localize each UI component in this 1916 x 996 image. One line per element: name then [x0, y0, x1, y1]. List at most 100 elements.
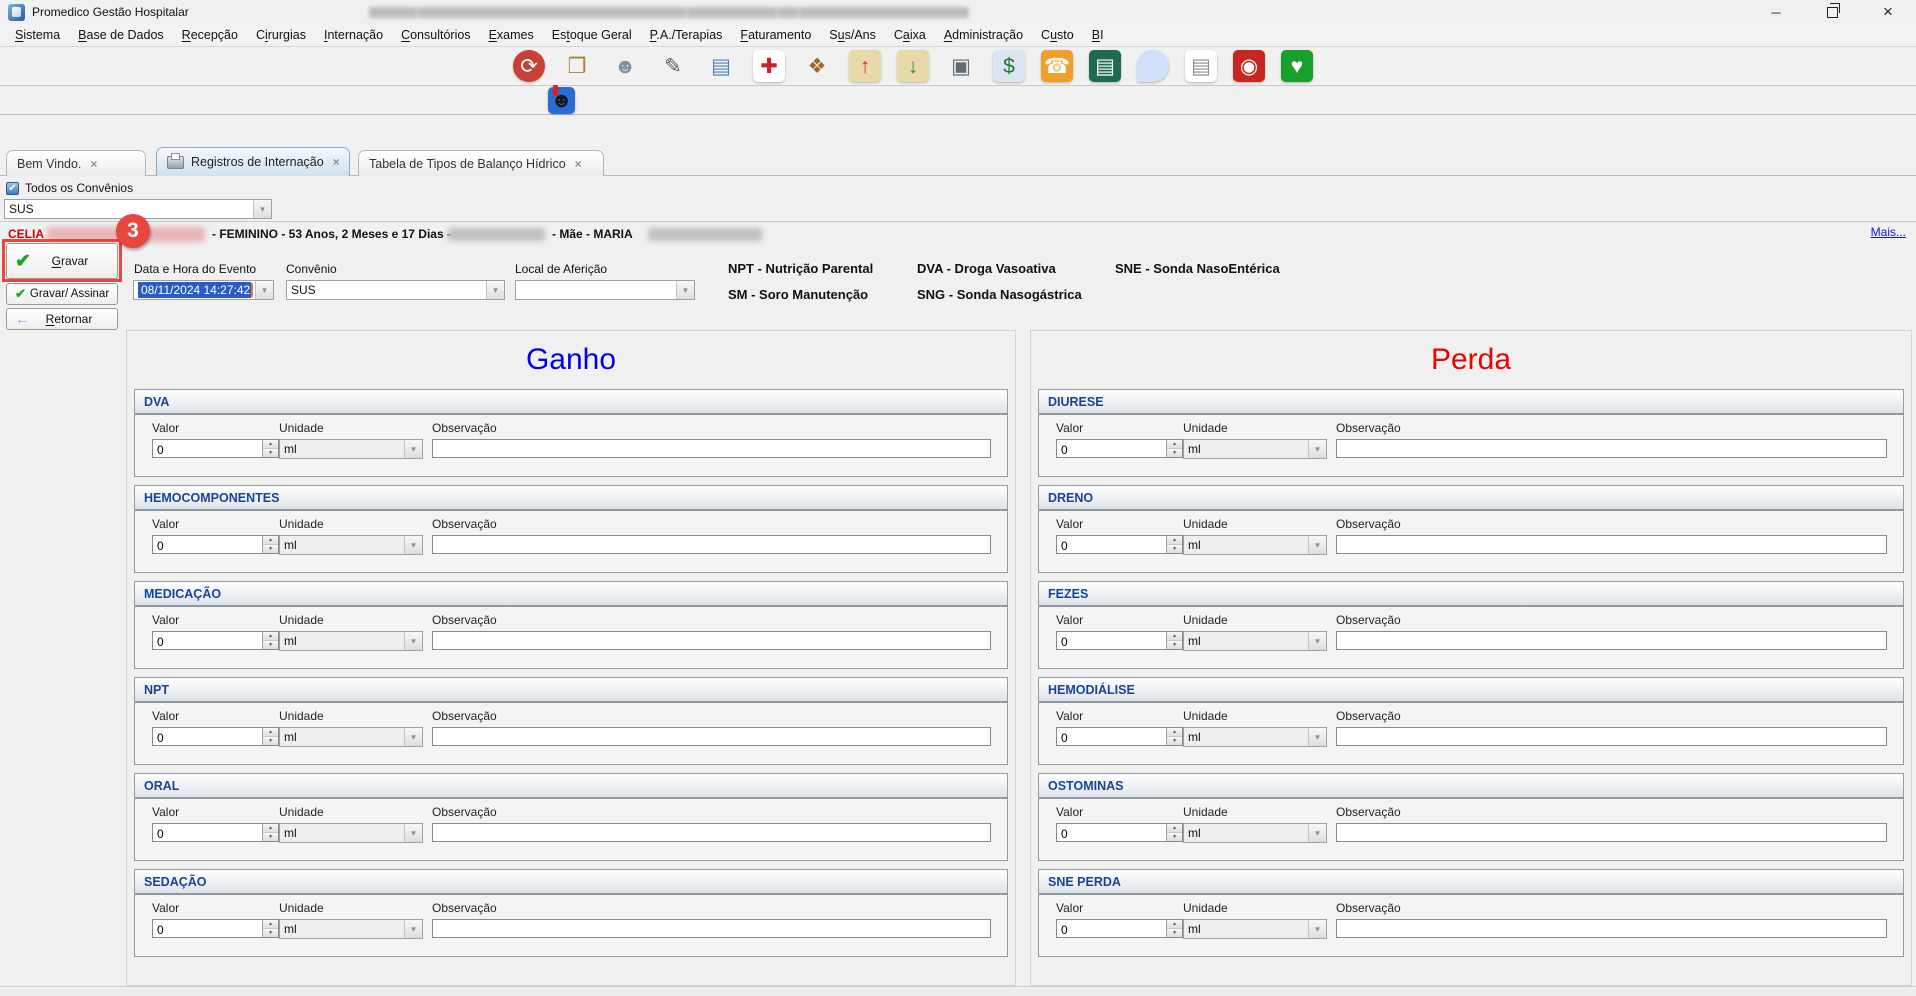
spin-up-button[interactable]: ▲: [1167, 920, 1182, 929]
unidade-select[interactable]: ml▾: [279, 631, 423, 651]
tab-bem-vindo[interactable]: Bem Vindo.×: [6, 150, 146, 176]
observacao-input[interactable]: [432, 631, 991, 650]
spin-up-button[interactable]: ▲: [1167, 440, 1182, 449]
spin-up-button[interactable]: ▲: [1167, 632, 1182, 641]
save-sign-button[interactable]: ✔ Gravar/ Assinar: [6, 283, 118, 305]
cash-in-icon[interactable]: ↑: [849, 50, 881, 82]
dropdown-arrow-icon[interactable]: ▾: [676, 281, 694, 299]
menu-item-internacao[interactable]: Internação: [315, 26, 392, 44]
menu-item-exames[interactable]: Exames: [480, 26, 543, 44]
spin-up-button[interactable]: ▲: [263, 632, 278, 641]
safe-icon[interactable]: ▣: [945, 50, 977, 82]
unidade-select[interactable]: ml▾: [279, 439, 423, 459]
menu-item-bi[interactable]: BI: [1083, 26, 1113, 44]
valor-spinbox[interactable]: ▲▼: [152, 727, 279, 746]
menu-item-cirurgias[interactable]: Cirurgias: [247, 26, 315, 44]
observacao-input[interactable]: [1336, 727, 1887, 746]
chat-bubble-icon[interactable]: [1137, 50, 1169, 82]
more-link[interactable]: Mais...: [1871, 225, 1906, 239]
menu-item-p-a-terapias[interactable]: P.A./Terapias: [641, 26, 732, 44]
observacao-input[interactable]: [432, 823, 991, 842]
unidade-select[interactable]: ml▾: [279, 535, 423, 555]
insurance-select[interactable]: SUS ▾: [286, 280, 505, 300]
spin-down-button[interactable]: ▼: [1167, 929, 1182, 937]
spin-down-button[interactable]: ▼: [263, 449, 278, 457]
spin-down-button[interactable]: ▼: [263, 641, 278, 649]
reference-book-icon[interactable]: ▤: [1089, 50, 1121, 82]
power-icon[interactable]: ◉: [1233, 50, 1265, 82]
observacao-input[interactable]: [432, 535, 991, 554]
valor-spinbox[interactable]: ▲▼: [1056, 631, 1183, 650]
health-record-icon[interactable]: ♥: [1281, 50, 1313, 82]
valor-input[interactable]: [153, 824, 262, 841]
hospital-bed-icon[interactable]: ▤: [705, 50, 737, 82]
observacao-input[interactable]: [1336, 823, 1887, 842]
unidade-select[interactable]: ml▾: [1183, 439, 1327, 459]
unidade-select[interactable]: ml▾: [1183, 919, 1327, 939]
phone-book-icon[interactable]: ☎: [1041, 50, 1073, 82]
observacao-input[interactable]: [1336, 535, 1887, 554]
spin-down-button[interactable]: ▼: [263, 929, 278, 937]
invoice-icon[interactable]: ▤: [1185, 50, 1217, 82]
all-insurances-checkbox[interactable]: ✔: [6, 182, 19, 195]
spin-down-button[interactable]: ▼: [1167, 449, 1182, 457]
spin-up-button[interactable]: ▲: [1167, 536, 1182, 545]
valor-input[interactable]: [1057, 824, 1166, 841]
minimize-button[interactable]: ─: [1748, 0, 1804, 24]
valor-spinbox[interactable]: ▲▼: [152, 535, 279, 554]
valor-spinbox[interactable]: ▲▼: [152, 439, 279, 458]
tab-close-icon[interactable]: ×: [90, 157, 97, 171]
spin-up-button[interactable]: ▲: [263, 440, 278, 449]
valor-spinbox[interactable]: ▲▼: [1056, 535, 1183, 554]
valor-spinbox[interactable]: ▲▼: [1056, 823, 1183, 842]
spin-up-button[interactable]: ▲: [263, 536, 278, 545]
tab-registros-de-internacao[interactable]: Registros de Internação×: [156, 147, 350, 176]
valor-input[interactable]: [1057, 728, 1166, 745]
valor-spinbox[interactable]: ▲▼: [152, 919, 279, 938]
observacao-input[interactable]: [432, 727, 991, 746]
menu-item-sistema[interactable]: Sistema: [6, 26, 69, 44]
menu-item-estoque-geral[interactable]: Estoque Geral: [543, 26, 641, 44]
menu-item-caixa[interactable]: Caixa: [885, 26, 935, 44]
menu-item-recepcao[interactable]: Recepção: [173, 26, 247, 44]
measurement-location-select[interactable]: ▾: [515, 280, 695, 300]
dropdown-arrow-icon[interactable]: ▾: [255, 281, 273, 299]
unidade-select[interactable]: ml▾: [279, 727, 423, 747]
observacao-input[interactable]: [432, 439, 991, 458]
cash-out-icon[interactable]: ↓: [897, 50, 929, 82]
unidade-select[interactable]: ml▾: [1183, 727, 1327, 747]
doctor-icon[interactable]: ☻: [609, 50, 641, 82]
spin-down-button[interactable]: ▼: [263, 545, 278, 553]
menu-item-faturamento[interactable]: Faturamento: [731, 26, 820, 44]
tab-tabela-de-tipos-de-balanco-hidrico[interactable]: Tabela de Tipos de Balanço Hídrico×: [358, 150, 604, 176]
valor-input[interactable]: [153, 920, 262, 937]
supplies-icon[interactable]: ❖: [801, 50, 833, 82]
spin-up-button[interactable]: ▲: [1167, 824, 1182, 833]
observacao-input[interactable]: [1336, 631, 1887, 650]
spin-down-button[interactable]: ▼: [263, 833, 278, 841]
dropdown-arrow-icon[interactable]: ▾: [253, 200, 271, 218]
spin-down-button[interactable]: ▼: [1167, 833, 1182, 841]
patients-folder-icon[interactable]: ❒: [561, 50, 593, 82]
valor-input[interactable]: [153, 728, 262, 745]
sync-patient-icon[interactable]: ⟳: [513, 50, 545, 82]
spin-down-button[interactable]: ▼: [1167, 545, 1182, 553]
unidade-select[interactable]: ml▾: [1183, 631, 1327, 651]
menu-item-base-de-dados[interactable]: Base de Dados: [69, 26, 172, 44]
back-button[interactable]: ← Retornar: [6, 308, 118, 330]
spin-down-button[interactable]: ▼: [1167, 641, 1182, 649]
dropdown-arrow-icon[interactable]: ▾: [486, 281, 504, 299]
valor-spinbox[interactable]: ▲▼: [152, 823, 279, 842]
billing-chart-icon[interactable]: $: [993, 50, 1025, 82]
observacao-input[interactable]: [1336, 439, 1887, 458]
valor-spinbox[interactable]: ▲▼: [1056, 727, 1183, 746]
menu-item-sus-ans[interactable]: Sus/Ans: [820, 26, 885, 44]
valor-input[interactable]: [153, 536, 262, 553]
valor-input[interactable]: [1057, 920, 1166, 937]
valor-input[interactable]: [153, 440, 262, 457]
spin-up-button[interactable]: ▲: [263, 728, 278, 737]
contacts-book-icon[interactable]: ☻: [548, 87, 575, 114]
ambulance-icon[interactable]: ✚: [753, 50, 785, 82]
unidade-select[interactable]: ml▾: [1183, 823, 1327, 843]
tab-close-icon[interactable]: ×: [575, 157, 582, 171]
